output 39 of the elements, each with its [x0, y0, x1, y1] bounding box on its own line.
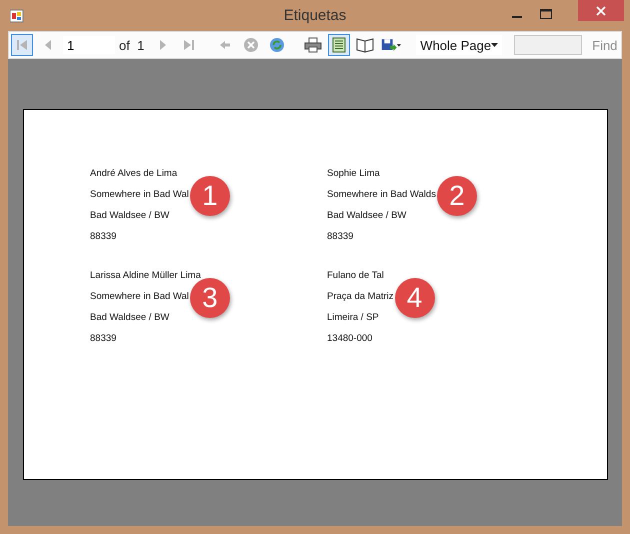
label-text: Somewhere in Bad Wal: [90, 189, 189, 201]
label-text: Bad Waldsee / BW: [327, 210, 406, 222]
stop-icon: [243, 37, 260, 53]
label-text: Somewhere in Bad Wal: [90, 291, 189, 303]
label-text: Praça da Matriz: [327, 291, 394, 303]
close-button[interactable]: [578, 0, 624, 21]
label-text: Somewhere in Bad Walds: [327, 189, 436, 201]
label-text: Bad Waldsee / BW: [90, 312, 170, 324]
label-text: André Alves de Lima: [90, 168, 178, 180]
layout-button[interactable]: [328, 34, 350, 56]
maximize-icon[interactable]: [540, 9, 552, 19]
label-text: 88339: [327, 231, 354, 243]
zoom-dropdown[interactable]: Whole Page: [416, 35, 502, 55]
label-text: Sophie Lima: [327, 168, 380, 180]
number-badge: 1: [190, 176, 230, 216]
printer-icon: [304, 37, 322, 53]
back-arrow-icon: [218, 38, 232, 52]
refresh-icon: [269, 37, 286, 53]
app-icon: [10, 8, 24, 22]
label-text: 88339: [90, 333, 116, 345]
page-number-field[interactable]: 1: [63, 36, 115, 54]
label-text: Fulano de Tal: [327, 270, 384, 282]
number-badge: 3: [190, 278, 230, 318]
label-text: 13480-000: [327, 333, 372, 345]
caret-icon: [491, 43, 498, 47]
book-icon: [356, 37, 374, 53]
page-count-label: of 1: [119, 38, 144, 52]
window-title: Etiquetas: [284, 7, 346, 24]
label-text: Limeira / SP: [327, 312, 379, 324]
find-field[interactable]: [514, 35, 582, 55]
number-badge: 4: [394, 278, 435, 318]
label-text: Bad Waldsee / BW: [90, 210, 170, 222]
close-icon: [596, 6, 606, 16]
label-text: 88339: [90, 231, 116, 243]
save-icon: [381, 37, 402, 53]
first-page-icon: [15, 38, 29, 52]
number-badge: 2: [436, 176, 477, 216]
page-icon: [332, 37, 346, 53]
last-page-icon: [182, 38, 196, 52]
